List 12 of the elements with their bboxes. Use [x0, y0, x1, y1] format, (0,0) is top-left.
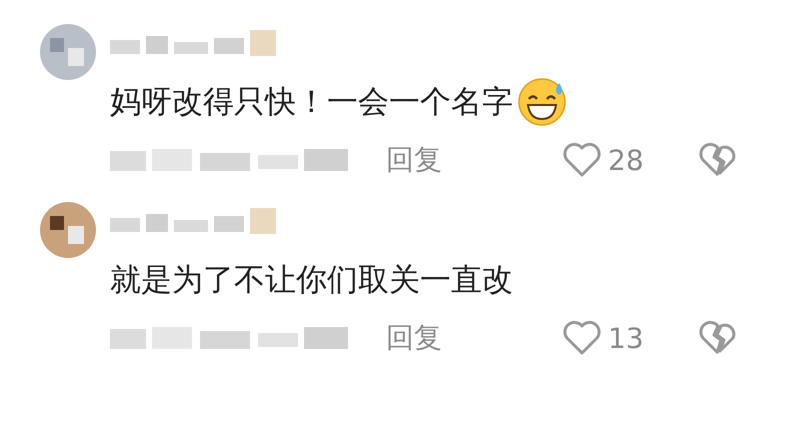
heart-icon[interactable] — [562, 320, 602, 356]
broken-heart-icon[interactable] — [698, 142, 738, 178]
reply-link[interactable]: 回复 — [386, 141, 442, 179]
grinning-sweat-emoji-icon — [517, 77, 567, 127]
like-count: 28 — [608, 144, 645, 176]
reply-link[interactable]: 回复 — [386, 319, 442, 357]
like-count: 13 — [608, 322, 645, 354]
heart-icon[interactable] — [562, 142, 602, 178]
broken-heart-icon[interactable] — [698, 320, 738, 356]
comment-text: 就是为了不让你们取关一直改 — [110, 261, 513, 300]
comment-text: 妈呀改得只快！一会一个名字 — [110, 83, 513, 122]
avatar[interactable] — [40, 202, 96, 258]
